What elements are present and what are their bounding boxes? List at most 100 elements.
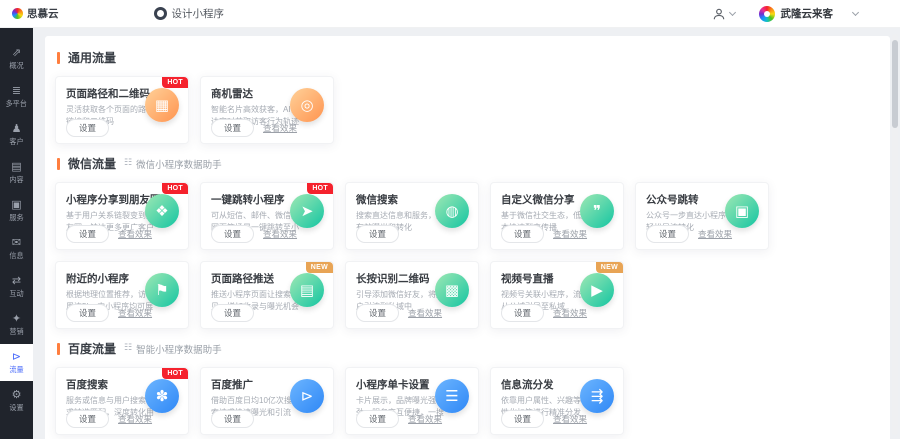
feature-card: 自定义微信分享 基于微信社交生态，低成本快速裂变传播 ❞ 设置 查看效果: [490, 182, 624, 250]
settings-button[interactable]: 设置: [501, 410, 544, 428]
card-actions: 设置 查看效果: [501, 225, 587, 243]
sidebar-item-信息[interactable]: ✉ 信息: [0, 230, 33, 267]
main-area: 通用流量 页面路径和二维码 灵活获取各个页面的路径链接和二维码 ▦ HOT 设置…: [33, 28, 900, 439]
section: 百度流量 ☷ 智能小程序数据助手 百度搜索 服务或信息与用户搜索需求精准匹配，深…: [55, 340, 880, 435]
settings-button[interactable]: 设置: [66, 410, 109, 428]
section-rows: 小程序分享到朋友圈 基于用户关系链裂变到朋友圈，触达更多更广客户 ❖ HOT 设…: [55, 182, 880, 329]
sidebar-item-label: 信息: [9, 250, 23, 260]
card-actions: 设置 查看效果: [501, 410, 587, 428]
logo-icon: [12, 8, 23, 19]
section-title: 微信流量: [68, 155, 116, 172]
feature-card: 小程序分享到朋友圈 基于用户关系链裂变到朋友圈，触达更多更广客户 ❖ HOT 设…: [55, 182, 189, 250]
topbar-right: 武隆云来客: [712, 6, 889, 22]
sidebar-item-客户[interactable]: ♟ 客户: [0, 116, 33, 153]
sidebar-item-label: 设置: [9, 402, 23, 412]
section-rows: 百度搜索 服务或信息与用户搜索需求精准匹配，深度转化用户 ✽ HOT 设置 查看…: [55, 367, 880, 435]
tenant-switcher[interactable]: 武隆云来客: [759, 6, 859, 22]
settings-button[interactable]: 设置: [501, 225, 544, 243]
topbar: 思慕云 设计小程序 武隆云来客: [0, 0, 900, 28]
settings-button[interactable]: 设置: [356, 304, 399, 322]
nearby-location-icon: ⚑: [145, 273, 179, 307]
card-badge: HOT: [162, 77, 188, 88]
card-actions: 设置 查看效果: [356, 410, 442, 428]
design-miniprogram-icon: [154, 7, 167, 20]
card-badge: NEW: [306, 262, 333, 273]
sidebar-item-label: 概况: [9, 60, 23, 70]
video-live-icon: ▶: [580, 273, 614, 307]
sidebar-item-流量[interactable]: ⊳流量: [0, 344, 33, 381]
view-effect-link[interactable]: 查看效果: [263, 228, 297, 240]
sidebar-item-互动[interactable]: ⇄互动: [0, 268, 33, 305]
card-setting-icon: ☰: [435, 379, 469, 413]
user-menu[interactable]: [712, 7, 735, 21]
sidebar-item-营销[interactable]: ✦营销: [0, 306, 33, 343]
view-effect-link[interactable]: 查看效果: [553, 228, 587, 240]
view-effect-link[interactable]: 查看效果: [118, 413, 152, 425]
data-assistant-icon: ☷: [124, 159, 132, 168]
card-badge: NEW: [596, 262, 623, 273]
card-badge: HOT: [162, 183, 188, 194]
sidebar-item-概况[interactable]: ⇗概况: [0, 40, 33, 77]
card-badge: HOT: [307, 183, 333, 194]
view-effect-link[interactable]: 查看效果: [408, 307, 442, 319]
section-rows: 页面路径和二维码 灵活获取各个页面的路径链接和二维码 ▦ HOT 设置 商机雷达…: [55, 76, 880, 144]
nav-design-miniprogram[interactable]: 设计小程序: [154, 6, 225, 21]
settings-button[interactable]: 设置: [211, 119, 254, 137]
feed-distribution-icon: ⇶: [580, 379, 614, 413]
message-icon: ✉: [12, 237, 21, 248]
page-push-icon: ▤: [290, 273, 324, 307]
view-effect-link[interactable]: 查看效果: [408, 413, 442, 425]
settings-button[interactable]: 设置: [66, 119, 109, 137]
app-logo[interactable]: 思慕云: [12, 6, 59, 21]
data-assistant-link[interactable]: ☷ 微信小程序数据助手: [124, 157, 222, 171]
content-doc-icon: ▤: [11, 161, 21, 172]
sidebar-item-服务[interactable]: ▣服务: [0, 192, 33, 229]
scrollbar-thumb[interactable]: [892, 40, 898, 128]
settings-button[interactable]: 设置: [356, 410, 399, 428]
radar-trophy-icon: ◎: [290, 88, 324, 122]
settings-button[interactable]: 设置: [356, 225, 399, 243]
card-actions: 设置 查看效果: [66, 410, 152, 428]
promotion-megaphone-icon: ⊳: [290, 379, 324, 413]
feature-card: 小程序单卡设置 卡片展示，品牌曝光强劲，服务交互便捷，一搜即达 ☰ 设置 查看效…: [345, 367, 479, 435]
feature-card: 公众号跳转 公众号一步直达小程序，轻松导流转化 ▣ 设置 查看效果: [635, 182, 769, 250]
settings-button[interactable]: 设置: [211, 304, 254, 322]
sidebar-item-多平台[interactable]: ≣多平台: [0, 78, 33, 115]
sidebar-item-label: 客户: [9, 136, 23, 146]
chevron-down-icon: [728, 8, 735, 15]
feature-card: 微信搜索 搜索直达信息和服务，更有效曝光和转化 ◍ 设置: [345, 182, 479, 250]
settings-button[interactable]: 设置: [646, 225, 689, 243]
settings-button[interactable]: 设置: [211, 225, 254, 243]
sidebar-item-内容[interactable]: ▤内容: [0, 154, 33, 191]
section-title: 通用流量: [68, 49, 116, 66]
sidebar-item-label: 服务: [9, 212, 23, 222]
sidebar-item-设置[interactable]: ⚙ 设置: [0, 382, 33, 419]
settings-button[interactable]: 设置: [66, 304, 109, 322]
helper-label: 微信小程序数据助手: [136, 157, 222, 171]
feature-card: 页面路径和二维码 灵活获取各个页面的路径链接和二维码 ▦ HOT 设置: [55, 76, 189, 144]
settings-button[interactable]: 设置: [501, 304, 544, 322]
section-marker: [57, 52, 60, 64]
qr-scan-icon: ▩: [435, 273, 469, 307]
feature-card: 长按识别二维码 引导添加微信好友，将用户引流到私域中 ▩ 设置 查看效果: [345, 261, 479, 329]
view-effect-link[interactable]: 查看效果: [263, 122, 297, 134]
user-icon: [712, 7, 726, 21]
view-effect-link[interactable]: 查看效果: [118, 307, 152, 319]
official-account-icon: ▣: [725, 194, 759, 228]
settings-gear-icon: ⚙: [12, 389, 22, 400]
card-actions: 设置 查看效果: [356, 304, 442, 322]
view-effect-link[interactable]: 查看效果: [553, 413, 587, 425]
settings-button[interactable]: 设置: [211, 410, 254, 428]
feature-card: 商机雷达 智能名片高效获客，AI雷达实时获取访客行为轨迹 ◎ 设置 查看效果: [200, 76, 334, 144]
sidebar-item-label: 营销: [9, 326, 23, 336]
section: 通用流量 页面路径和二维码 灵活获取各个页面的路径链接和二维码 ▦ HOT 设置…: [55, 49, 880, 144]
card-actions: 设置: [66, 119, 109, 137]
settings-button[interactable]: 设置: [66, 225, 109, 243]
data-assistant-link[interactable]: ☷ 智能小程序数据助手: [124, 342, 222, 356]
view-effect-link[interactable]: 查看效果: [698, 228, 732, 240]
view-effect-link[interactable]: 查看效果: [118, 228, 152, 240]
card-actions: 设置: [211, 304, 254, 322]
customer-person-icon: ♟: [12, 123, 22, 134]
sections-container: 通用流量 页面路径和二维码 灵活获取各个页面的路径链接和二维码 ▦ HOT 设置…: [55, 49, 880, 435]
view-effect-link[interactable]: 查看效果: [553, 307, 587, 319]
